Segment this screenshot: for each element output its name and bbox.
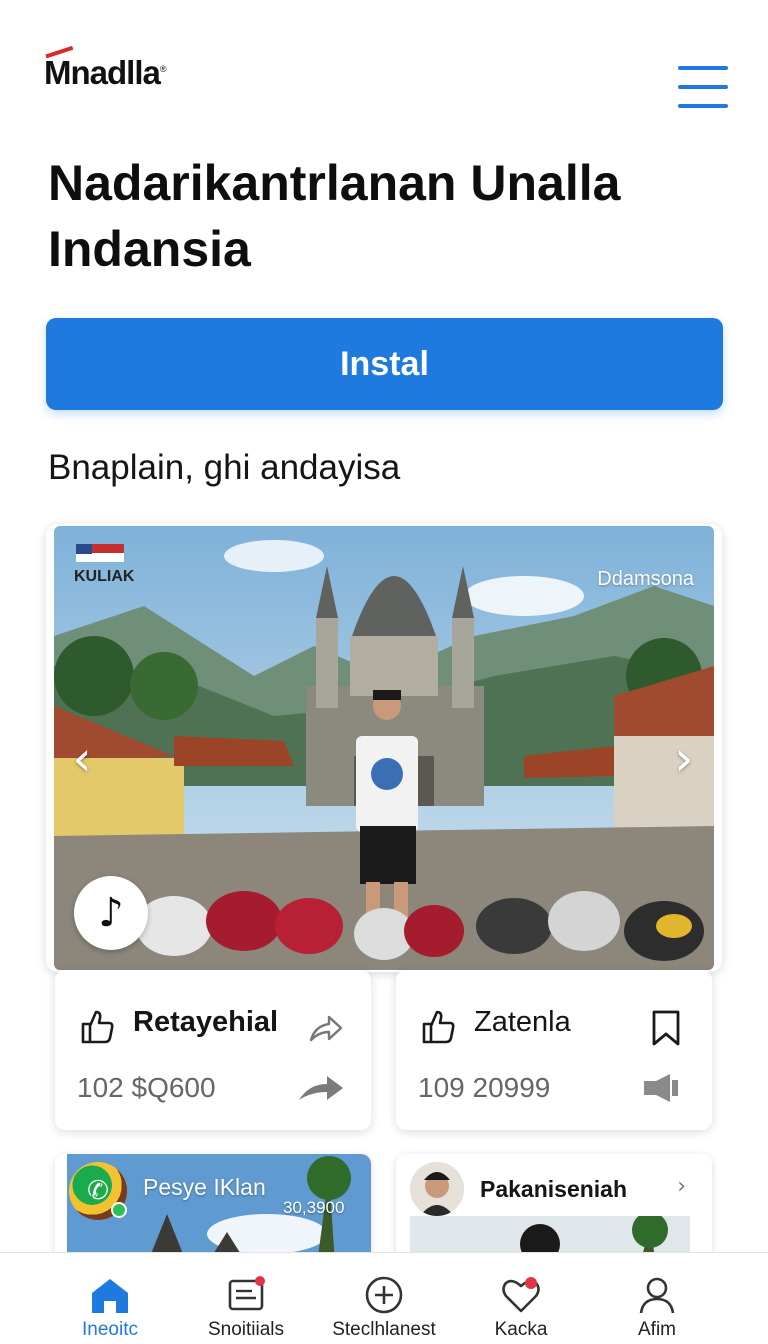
thumbs-up-icon[interactable] xyxy=(77,1006,117,1046)
nav-item-label: Afim xyxy=(638,1319,676,1340)
profile-icon xyxy=(639,1277,675,1314)
feed-card-title: Pakaniseniah xyxy=(480,1176,628,1202)
hero-place-label: Ddamsona xyxy=(597,568,694,590)
nav-item-label: Kacka xyxy=(494,1319,548,1340)
install-button[interactable]: Instal xyxy=(46,318,723,410)
nav-item-documents[interactable]: Snoitiials xyxy=(171,1253,321,1344)
chevron-left-icon[interactable]: ‹ xyxy=(64,734,100,784)
forward-arrow-icon[interactable] xyxy=(297,1070,345,1106)
hero-carousel[interactable]: KULIAK Ddamsona ‹ › ♪ xyxy=(46,524,722,972)
page-title: Nadarikantrlanan Unalla Indansia xyxy=(48,155,621,277)
nav-item-home[interactable]: Ineoitc xyxy=(35,1253,185,1344)
phone-icon: ✆ xyxy=(87,1176,109,1206)
app-logo[interactable]: Mnadlla® xyxy=(44,45,167,92)
nav-item-label: Snoitiials xyxy=(207,1319,285,1340)
bookmark-icon[interactable] xyxy=(646,1008,686,1048)
avatar[interactable]: ✆ xyxy=(69,1162,127,1220)
post-card[interactable]: Retayehial 102 $Q600 xyxy=(55,970,371,1130)
avatar[interactable] xyxy=(410,1162,464,1216)
nav-item-profile[interactable]: Afim xyxy=(582,1253,732,1344)
hero-illustration xyxy=(54,526,714,970)
nav-item-create[interactable]: Steclhlanest xyxy=(309,1253,459,1344)
feed-card-price: 30,3900 xyxy=(283,1198,345,1217)
app-screen: Mnadlla® Nadarikantrlanan Unalla Indansi… xyxy=(0,0,768,1344)
chevron-right-icon[interactable]: › xyxy=(666,734,702,784)
thumbs-up-icon[interactable] xyxy=(418,1006,458,1046)
feed-card[interactable]: ✆ Pesye IKlan 30,3900 xyxy=(55,1154,371,1264)
chevron-right-icon[interactable]: › xyxy=(677,1174,686,1199)
document-icon xyxy=(228,1276,265,1311)
speaker-icon[interactable] xyxy=(638,1070,686,1106)
nav-item-label: Steclhlanest xyxy=(332,1319,436,1340)
card-value: 109 20999 xyxy=(418,1072,551,1103)
heart-icon xyxy=(502,1277,540,1313)
feed-card-title: Pesye IKlan xyxy=(143,1174,266,1200)
logo-registered: ® xyxy=(159,64,167,74)
share-arrow-icon[interactable] xyxy=(305,1008,345,1048)
music-note-icon[interactable]: ♪ xyxy=(74,876,148,950)
plus-circle-icon xyxy=(365,1276,403,1314)
logo-text: Mnadlla xyxy=(44,54,161,91)
hero-flag-label: KULIAK xyxy=(74,568,135,585)
feed-card[interactable]: Pakaniseniah › xyxy=(396,1154,712,1264)
card-title: Zatenla xyxy=(474,1006,571,1038)
bottom-navigation: Ineoitc Snoitiials Steclhlanest Kacka Af… xyxy=(0,1252,768,1344)
home-icon xyxy=(92,1279,128,1313)
hero-image xyxy=(54,526,714,970)
card-title: Retayehial xyxy=(133,1006,279,1038)
nav-item-favorites[interactable]: Kacka xyxy=(446,1253,596,1344)
hamburger-menu-icon[interactable] xyxy=(678,66,728,108)
post-card[interactable]: Zatenla 109 20999 xyxy=(396,970,712,1130)
card-value: 102 $Q600 xyxy=(77,1072,216,1103)
section-subtitle: Bnaplain, ghi andayisa xyxy=(48,448,401,487)
online-status-badge xyxy=(111,1202,127,1218)
nav-item-label: Ineoitc xyxy=(82,1319,138,1340)
